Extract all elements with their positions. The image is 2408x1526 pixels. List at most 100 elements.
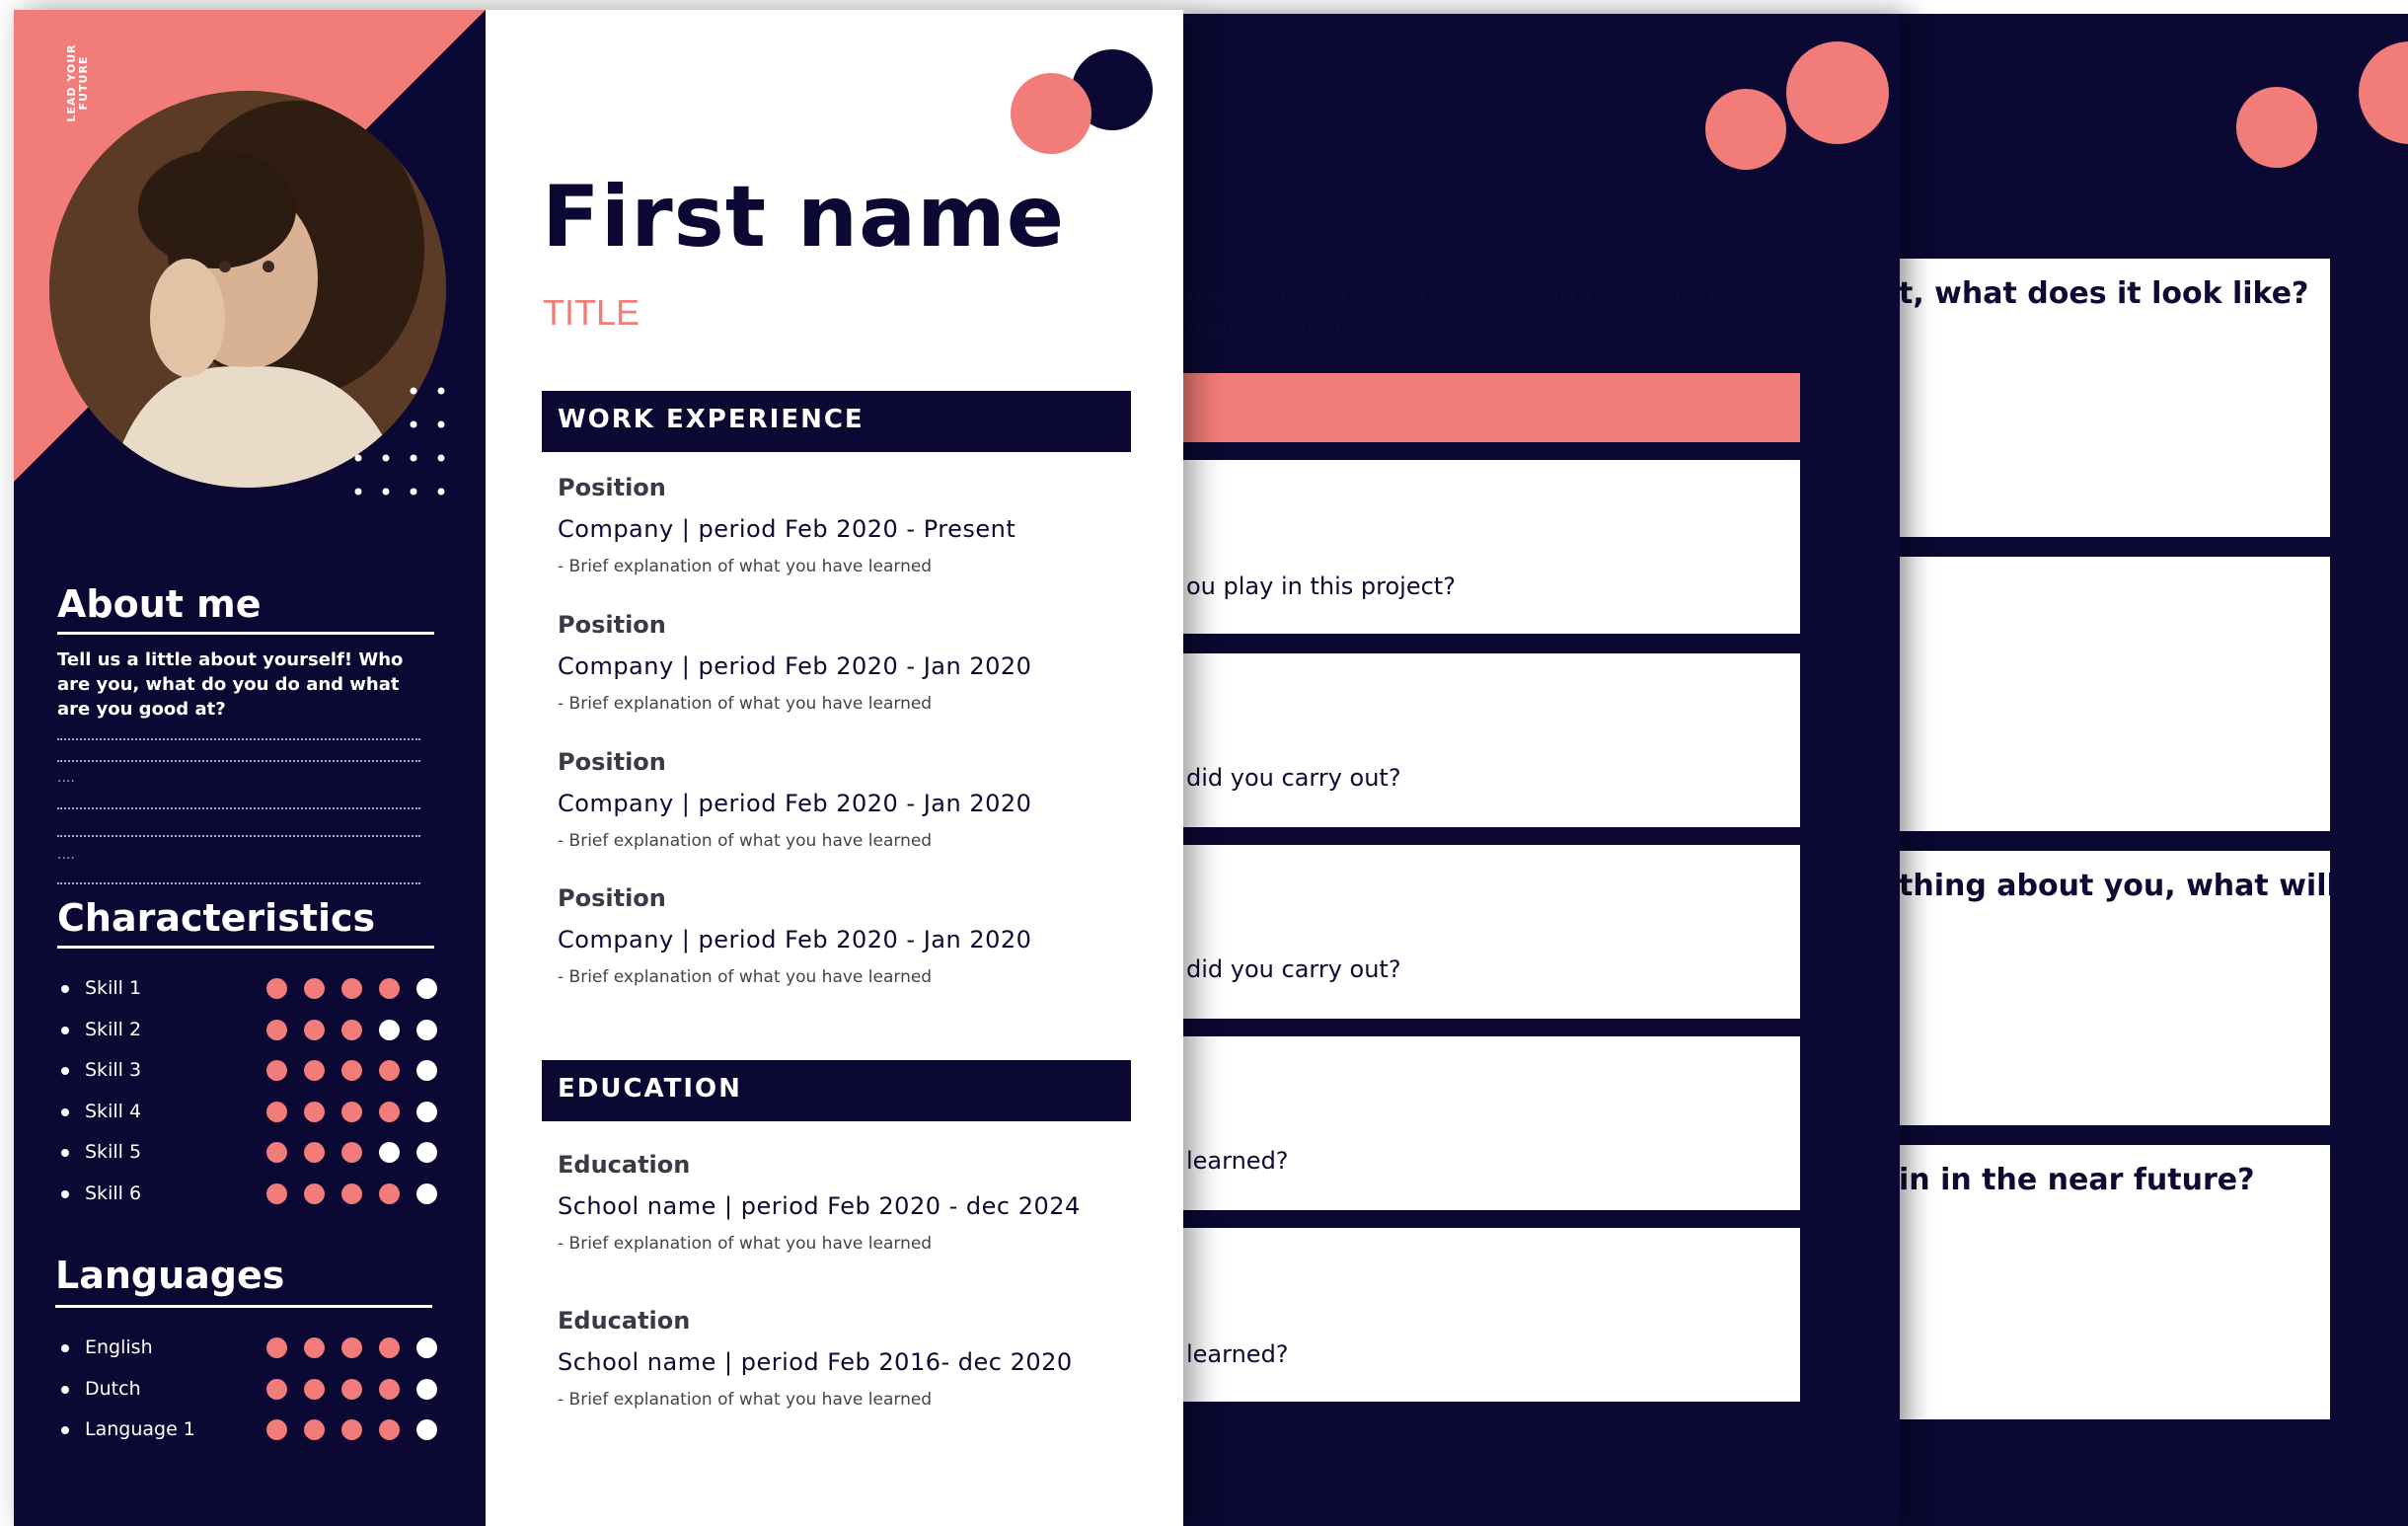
writing-line — [57, 835, 420, 837]
rating-label: Skill 4 — [85, 1100, 142, 1122]
decor-circle-coral-large — [1786, 41, 1889, 144]
writing-line — [57, 760, 420, 762]
rating-dot — [304, 1060, 325, 1081]
rating-dot — [416, 1142, 437, 1163]
writing-filler: .... — [57, 770, 75, 786]
rating-dot — [341, 1183, 362, 1204]
entry-company-period: School name | period Feb 2020 - dec 2024 — [558, 1192, 1081, 1220]
rating-row: Skill 1 — [61, 975, 446, 1003]
bullet-icon — [61, 1107, 69, 1116]
rating-label: Skill 1 — [85, 977, 142, 999]
characteristics-rule — [57, 946, 434, 949]
intro-text-line: ded several masterclasses and workshops. — [1186, 314, 1761, 342]
rating-row: Skill 5 — [61, 1139, 446, 1167]
answer-box — [1182, 460, 1800, 634]
logo: LEAD YOUR FUTURE — [47, 41, 107, 130]
rating-dot — [304, 1378, 325, 1400]
rating-dot — [266, 1142, 287, 1163]
entry-company-period: School name | period Feb 2016- dec 2020 — [558, 1348, 1073, 1376]
rating-dot — [304, 1019, 325, 1040]
rating-dot — [416, 978, 437, 999]
rating-label: Skill 6 — [85, 1182, 142, 1204]
rating-label: Skill 2 — [85, 1018, 142, 1040]
languages-heading: Languages — [55, 1254, 285, 1297]
decor-dot-grid — [354, 387, 445, 496]
rating-dot — [416, 1419, 437, 1440]
decor-circle-coral — [1011, 73, 1091, 154]
bullet-icon — [61, 1344, 69, 1352]
question-text: learned? — [1186, 1147, 1289, 1175]
entry-position: Education — [558, 1307, 691, 1335]
bullet-icon — [61, 1189, 69, 1198]
bullet-icon — [61, 1067, 69, 1075]
rating-dot — [379, 1142, 400, 1163]
rating-dot — [416, 1337, 437, 1358]
rating-dot — [304, 1183, 325, 1204]
rating-dots — [266, 1183, 446, 1205]
writing-filler: .... — [57, 847, 75, 863]
rating-dot — [341, 1101, 362, 1122]
answer-box — [1182, 845, 1800, 1019]
rating-dots — [266, 1337, 446, 1359]
rating-dot — [416, 1378, 437, 1400]
rating-row: Skill 3 — [61, 1057, 446, 1085]
rating-dot — [341, 978, 362, 999]
rating-dot — [341, 1019, 362, 1040]
bullet-icon — [61, 1149, 69, 1157]
rating-dots — [266, 1378, 446, 1401]
question-text: t, what does it look like? — [1899, 276, 2309, 311]
answer-box — [1182, 1228, 1800, 1402]
rating-dot — [266, 978, 287, 999]
work-experience-bar: WORK EXPERIENCE — [542, 391, 1131, 452]
rating-dots — [266, 978, 446, 1000]
rating-label: Skill 5 — [85, 1141, 142, 1163]
question-text: did you carry out? — [1186, 764, 1401, 792]
rating-dot — [379, 1337, 400, 1358]
rating-dot — [416, 1060, 437, 1081]
writing-line — [57, 738, 420, 740]
rating-label: English — [85, 1336, 153, 1358]
about-line: Tell us a little about yourself! Who — [57, 649, 404, 670]
entry-note: - Brief explanation of what you have lea… — [558, 557, 933, 576]
rating-dot — [304, 1101, 325, 1122]
rating-dot — [266, 1019, 287, 1040]
rating-dot — [416, 1183, 437, 1204]
rating-row: English — [61, 1335, 446, 1362]
entry-position: Position — [558, 474, 666, 501]
rating-dot — [266, 1060, 287, 1081]
rating-dots — [266, 1142, 446, 1164]
question-text: in in the near future? — [1899, 1163, 2255, 1197]
question-text: did you carry out? — [1186, 955, 1401, 983]
rating-dots — [266, 1419, 446, 1441]
rating-dot — [341, 1060, 362, 1081]
answer-box — [1182, 1036, 1800, 1210]
entry-company-period: Company | period Feb 2020 - Jan 2020 — [558, 652, 1032, 680]
rating-dot — [379, 1101, 400, 1122]
decor-circle-coral-small — [1705, 89, 1786, 170]
rating-row: Language 1 — [61, 1416, 446, 1444]
rating-dot — [266, 1183, 287, 1204]
rating-label: Language 1 — [85, 1418, 195, 1440]
rating-dot — [304, 978, 325, 999]
about-rule — [57, 632, 434, 635]
entry-company-period: Company | period Feb 2020 - Present — [558, 515, 1016, 543]
rating-label: Skill 3 — [85, 1059, 142, 1081]
rating-dot — [379, 978, 400, 999]
coral-section-bar — [1182, 373, 1800, 442]
entry-note: - Brief explanation of what you have lea… — [558, 1390, 933, 1410]
rating-row: Skill 2 — [61, 1017, 446, 1044]
rating-dot — [341, 1378, 362, 1400]
entry-position: Position — [558, 884, 666, 912]
writing-line — [57, 807, 420, 809]
rating-row: Skill 6 — [61, 1181, 446, 1208]
name-heading: First name — [542, 168, 1066, 267]
rating-row: Dutch — [61, 1376, 446, 1404]
rating-dot — [379, 1419, 400, 1440]
rating-dots — [266, 1019, 446, 1041]
rating-dot — [304, 1142, 325, 1163]
decor-circle-coral-small — [2236, 87, 2317, 168]
bullet-icon — [61, 985, 69, 993]
rating-dot — [341, 1142, 362, 1163]
rating-dot — [379, 1378, 400, 1400]
intro-text-line: n various cases, projects and investigat… — [1186, 282, 1810, 310]
